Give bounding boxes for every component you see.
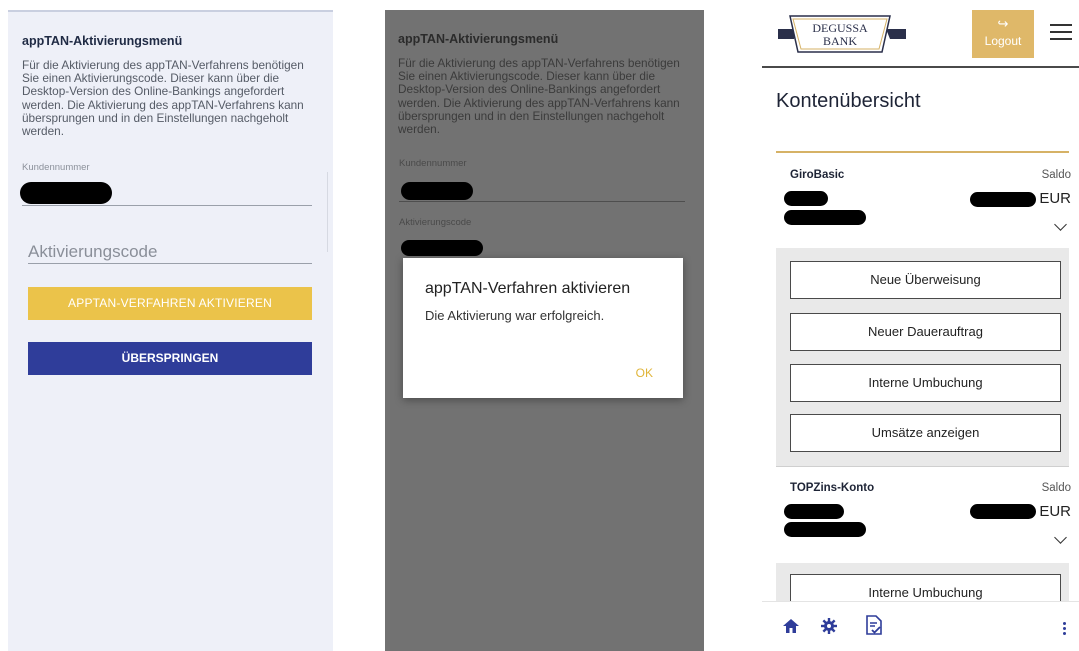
skip-button[interactable]: ÜBERSPRINGEN [28, 342, 312, 375]
account-name: GiroBasic [790, 169, 845, 181]
activation-success-dialog: appTAN-Verfahren aktivieren Die Aktivier… [403, 258, 683, 398]
account-name: TOPZins-Konto [790, 482, 875, 494]
more-vertical-icon[interactable] [1063, 622, 1067, 637]
customer-number-label: Kundennummer [22, 162, 90, 173]
activation-code-input[interactable]: Aktivierungscode [28, 242, 157, 262]
logout-icon: ↪ [997, 16, 1009, 31]
currency-label: EUR [1039, 190, 1071, 207]
top-bar: DEGUSSA BANK ↪ Logout [762, 10, 1079, 68]
redacted-balance [970, 504, 1036, 519]
redacted-customer-number [20, 182, 112, 204]
saldo-label: Saldo [1041, 169, 1071, 181]
dialog-title: appTAN-Verfahren aktivieren [425, 280, 631, 297]
settings-icon[interactable] [820, 617, 838, 635]
bottom-navigation [762, 601, 1079, 651]
currency-label: EUR [1039, 503, 1071, 520]
redacted-account-number [784, 504, 844, 519]
redacted-activation-code [401, 240, 483, 256]
page-title: Kontenübersicht [776, 90, 921, 112]
ok-button[interactable]: OK [636, 366, 653, 380]
screen-title: appTAN-Aktivierungsmenü [398, 32, 559, 46]
redacted-account-number [784, 191, 828, 206]
activation-screen: appTAN-Aktivierungsmenü Für die Aktivier… [8, 10, 333, 651]
redacted-balance [970, 192, 1036, 207]
activation-success-screen: appTAN-Aktivierungsmenü Für die Aktivier… [385, 10, 704, 651]
redacted-iban [784, 210, 866, 225]
activate-apptan-button[interactable]: APPTAN-VERFAHREN AKTIVIEREN [28, 287, 312, 320]
customer-number-field[interactable] [22, 205, 312, 206]
redacted-customer-number [401, 182, 473, 200]
customer-number-label: Kundennummer [399, 158, 467, 169]
activation-code-label: Aktivierungscode [399, 217, 472, 228]
logout-button[interactable]: ↪ Logout [972, 10, 1034, 58]
account-overview-screen: DEGUSSA BANK ↪ Logout Kontenübersicht Gi… [762, 10, 1079, 651]
hamburger-menu-icon[interactable] [1050, 24, 1072, 42]
new-standing-order-button[interactable]: Neuer Dauerauftrag [790, 313, 1061, 351]
saldo-label: Saldo [1041, 482, 1071, 494]
scrollbar[interactable] [327, 172, 333, 252]
chevron-down-icon[interactable] [1054, 218, 1067, 231]
activation-code-underline [28, 263, 312, 264]
screen-title: appTAN-Aktivierungsmenü [22, 34, 183, 48]
account-divider [776, 466, 1069, 467]
activation-description: Für die Aktivierung des appTAN-Verfahren… [398, 56, 680, 137]
internal-transfer-button[interactable]: Interne Umbuchung [790, 364, 1061, 402]
logout-label: Logout [984, 34, 1022, 48]
activation-description: Für die Aktivierung des appTAN-Verfahren… [22, 58, 304, 139]
svg-text:BANK: BANK [823, 34, 857, 48]
show-transactions-button[interactable]: Umsätze anzeigen [790, 414, 1061, 452]
chevron-down-icon[interactable] [1054, 531, 1067, 544]
redacted-iban [784, 522, 866, 537]
degussa-bank-logo[interactable]: DEGUSSA BANK [776, 12, 908, 56]
document-check-icon[interactable] [864, 614, 884, 636]
customer-number-field[interactable] [399, 201, 685, 202]
new-transfer-button[interactable]: Neue Überweisung [790, 261, 1061, 299]
home-icon[interactable] [782, 617, 800, 635]
svg-text:DEGUSSA: DEGUSSA [812, 21, 868, 35]
dialog-message: Die Aktivierung war erfolgreich. [425, 308, 605, 323]
title-divider [776, 151, 1069, 153]
